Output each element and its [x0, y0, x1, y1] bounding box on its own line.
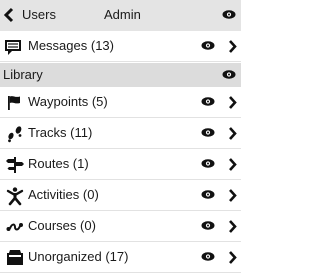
section-header-library: Library: [0, 63, 241, 87]
chevron-right-icon: [228, 158, 237, 171]
chevron-left-icon: [3, 7, 18, 23]
top-bar: Users Admin: [0, 0, 241, 31]
course-icon: [6, 218, 24, 236]
list-item-label: Unorganized (17): [28, 249, 129, 264]
chevron-right-icon: [228, 127, 237, 140]
eye-icon[interactable]: [201, 190, 215, 199]
list-item-messages[interactable]: Messages (13): [0, 31, 241, 62]
chevron-right-icon: [228, 96, 237, 109]
list-item-label: Courses (0): [28, 218, 96, 233]
list-item-label: Activities (0): [28, 187, 99, 202]
back-label: Users: [22, 7, 56, 22]
eye-icon[interactable]: [201, 97, 215, 106]
eye-icon[interactable]: [201, 221, 215, 230]
list-item-routes[interactable]: Routes (1): [0, 149, 241, 180]
chevron-right-icon: [228, 40, 237, 53]
list-item-unorganized[interactable]: Unorganized (17): [0, 242, 241, 273]
list-item-label: Tracks (11): [28, 125, 93, 140]
list-item-label: Routes (1): [28, 156, 89, 171]
list-item-courses[interactable]: Courses (0): [0, 211, 241, 242]
back-button[interactable]: Users: [3, 7, 56, 23]
chevron-right-icon: [228, 220, 237, 233]
messages-icon: [4, 38, 22, 56]
list-item-tracks[interactable]: Tracks (11): [0, 118, 241, 149]
eye-icon[interactable]: [201, 252, 215, 261]
person-icon: [6, 187, 24, 206]
list-item-label: Messages (13): [28, 38, 114, 53]
eye-icon[interactable]: [201, 159, 215, 168]
eye-icon[interactable]: [201, 128, 215, 137]
section-label: Library: [3, 67, 43, 82]
list-item-waypoints[interactable]: Waypoints (5): [0, 87, 241, 118]
chevron-right-icon: [228, 251, 237, 264]
list-item-label: Waypoints (5): [28, 94, 108, 109]
chevron-right-icon: [228, 189, 237, 202]
footprints-icon: [6, 125, 24, 143]
eye-icon[interactable]: [222, 70, 236, 79]
eye-icon[interactable]: [201, 41, 215, 50]
route-icon: [6, 156, 24, 174]
folder-icon: [6, 249, 24, 267]
page-title: Admin: [104, 7, 141, 22]
list-item-activities[interactable]: Activities (0): [0, 180, 241, 211]
eye-icon[interactable]: [222, 10, 236, 19]
flag-icon: [6, 94, 24, 112]
